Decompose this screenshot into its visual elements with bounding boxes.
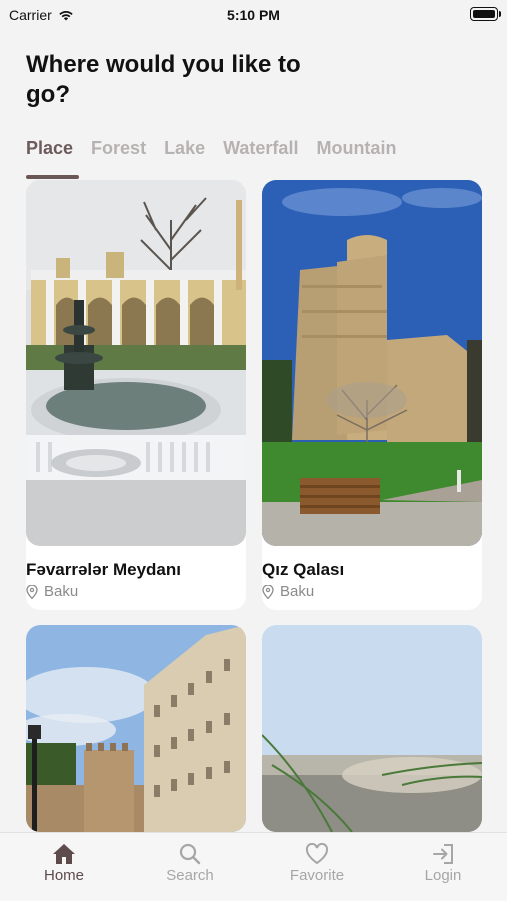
place-card[interactable] [26,625,246,832]
tab-login[interactable]: Login [393,841,493,884]
search-icon [179,843,201,865]
place-name: Qız Qalası [262,560,345,579]
tab-favorite[interactable]: Favorite [267,841,367,884]
active-tab-indicator [26,175,79,179]
home-icon [53,844,75,864]
old-city-image [26,625,246,832]
place-location: Baku [262,583,314,600]
nature-image [262,625,482,832]
location-pin-icon [26,584,38,599]
place-photo [262,625,482,832]
tab-place[interactable]: Place [26,138,73,159]
tab-search[interactable]: Search [140,841,240,884]
place-city: Baku [44,583,79,600]
battery-icon [470,7,501,21]
tab-waterfall[interactable]: Waterfall [223,138,298,159]
category-tabs: Place Forest Lake Waterfall Mountain [26,138,396,159]
status-bar: Carrier 5:10 PM [0,0,507,30]
tab-mountain[interactable]: Mountain [316,138,396,159]
tab-favorite-label: Favorite [289,867,345,884]
place-card[interactable]: Qız Qalası Baku [262,180,482,610]
maiden-tower-image [262,180,482,546]
location-pin-icon [262,584,274,599]
bottom-tab-bar: Home Search Favorite Login [0,832,507,901]
tab-home[interactable]: Home [14,841,114,884]
tab-search-label: Search [166,867,214,884]
place-photo [262,180,482,546]
place-photo [26,180,246,546]
place-location: Baku [26,583,78,600]
page-title: Where would you like to go? [26,51,301,108]
tab-lake[interactable]: Lake [164,138,205,159]
heart-icon [305,843,329,865]
tab-home-label: Home [43,867,84,884]
login-icon [433,844,453,864]
place-card[interactable]: Fəvarrələr Meydanı Baku [26,180,246,610]
place-card[interactable] [262,625,482,832]
clock: 5:10 PM [227,7,280,23]
tab-forest[interactable]: Forest [91,138,146,159]
place-city: Baku [280,583,315,600]
tab-login-label: Login [424,867,462,884]
place-photo [26,625,246,832]
fountain-square-image [26,180,246,546]
place-name: Fəvarrələr Meydanı [26,560,181,579]
